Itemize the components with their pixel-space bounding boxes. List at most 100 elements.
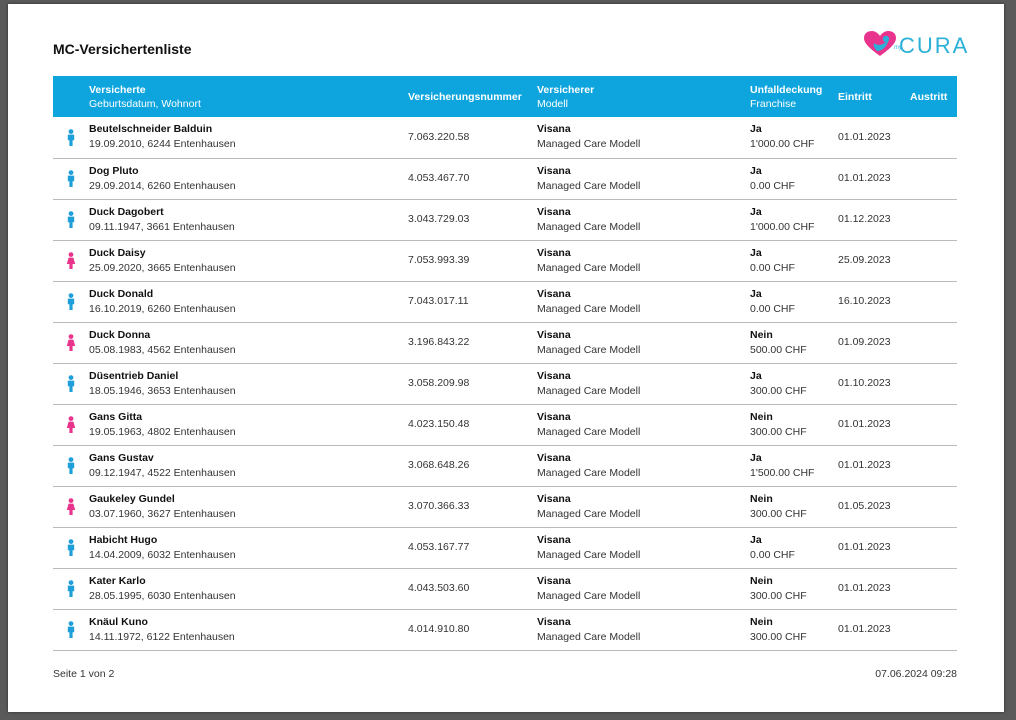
accident-coverage: Ja <box>750 164 762 177</box>
header-exit-label: Austritt <box>910 90 948 103</box>
policy-number: 4.023.150.48 <box>408 418 470 430</box>
franchise-amount: 1'000.00 CHF <box>750 138 815 151</box>
entry-date: 01.01.2023 <box>838 459 891 471</box>
exit-date <box>910 609 957 650</box>
policy-number: 3.043.729.03 <box>408 213 470 225</box>
accident-cell: Ja 0.00 CHF <box>750 240 838 281</box>
exit-date <box>910 199 957 240</box>
header-exit: Austritt <box>910 76 957 117</box>
insured-cell: Duck Donald 16.10.2019, 6260 Entenhausen <box>89 281 408 322</box>
franchise-amount: 1'000.00 CHF <box>750 220 815 233</box>
exit-date <box>910 158 957 199</box>
female-person-icon <box>66 334 76 351</box>
mycura-logo: my CURA <box>863 30 967 60</box>
accident-coverage: Ja <box>750 205 762 218</box>
insurer-name: Visana <box>537 615 571 628</box>
exit-date <box>910 363 957 404</box>
insurance-model: Managed Care Modell <box>537 466 641 479</box>
accident-cell: Nein 300.00 CHF <box>750 609 838 650</box>
accident-coverage: Nein <box>750 615 773 628</box>
insured-name: Duck Donna <box>89 328 151 341</box>
exit-date <box>910 527 957 568</box>
policy-number: 3.058.209.98 <box>408 377 470 389</box>
male-person-icon <box>67 539 75 556</box>
insured-cell: Düsentrieb Daniel 18.05.1946, 3653 Entenh… <box>89 363 408 404</box>
gender-cell <box>53 240 89 281</box>
insured-cell: Gaukeley Gundel 03.07.1960, 3627 Entenhau… <box>89 486 408 527</box>
insurance-model: Managed Care Modell <box>537 179 641 192</box>
male-person-icon <box>67 128 75 146</box>
insured-name: Kater Karlo <box>89 574 146 587</box>
insured-details: 09.11.1947, 3661 Entenhausen <box>89 220 235 233</box>
gender-cell <box>53 568 89 609</box>
header-entry-label: Eintritt <box>838 90 872 103</box>
insurance-model: Managed Care Modell <box>537 548 641 561</box>
female-person-icon <box>66 252 76 269</box>
insured-name: Duck Daisy <box>89 246 146 259</box>
header-accident-label: Unfalldeckung <box>750 83 823 96</box>
insured-details: 09.12.1947, 4522 Entenhausen <box>89 466 236 479</box>
insured-name: Duck Dagobert <box>89 205 164 218</box>
insurer-name: Visana <box>537 369 571 382</box>
policy-number: 4.053.167.77 <box>408 541 470 553</box>
accident-cell: Nein 500.00 CHF <box>750 322 838 363</box>
insured-details: 25.09.2020, 3665 Entenhausen <box>89 261 236 274</box>
insured-name: Beutelschneider Balduin <box>89 123 213 136</box>
insurance-model: Managed Care Modell <box>537 302 641 315</box>
accident-coverage: Ja <box>750 533 762 546</box>
insured-table: Versicherte Geburtsdatum, Wohnort Versic… <box>53 76 957 651</box>
policy-number: 7.053.993.39 <box>408 254 470 266</box>
policy-number: 3.068.648.26 <box>408 459 470 471</box>
entry-date: 01.09.2023 <box>838 336 891 348</box>
header-accident: Unfalldeckung Franchise <box>750 76 838 117</box>
policy-number: 3.196.843.22 <box>408 336 470 348</box>
gender-cell <box>53 281 89 322</box>
accident-coverage: Ja <box>750 287 762 300</box>
table-row: Gaukeley Gundel 03.07.1960, 3627 Entenhau… <box>53 486 957 527</box>
policy-number: 4.053.467.70 <box>408 172 470 184</box>
insurer-cell: Visana Managed Care Modell <box>537 322 750 363</box>
header-number: Versicherungsnummer <box>408 76 537 117</box>
insured-cell: Habicht Hugo 14.04.2009, 6032 Entenhausen <box>89 527 408 568</box>
male-person-icon <box>67 293 75 310</box>
header-insured-label: Versicherte <box>89 83 146 96</box>
insurer-cell: Visana Managed Care Modell <box>537 363 750 404</box>
gender-cell <box>53 527 89 568</box>
insured-details: 16.10.2019, 6260 Entenhausen <box>89 302 236 315</box>
insured-cell: Duck Donna 05.08.1983, 4562 Entenhausen <box>89 322 408 363</box>
insurer-name: Visana <box>537 574 571 587</box>
table-row: Duck Donna 05.08.1983, 4562 Entenhausen 3.… <box>53 322 957 363</box>
insured-details: 18.05.1946, 3653 Entenhausen <box>89 384 236 397</box>
insurer-name: Visana <box>537 451 571 464</box>
policy-number: 3.070.366.33 <box>408 500 470 512</box>
entry-date: 16.10.2023 <box>838 295 891 307</box>
entry-date: 01.10.2023 <box>838 377 891 389</box>
header-insured-sub: Geburtsdatum, Wohnort <box>89 97 201 110</box>
insured-name: Dog Pluto <box>89 164 139 177</box>
accident-coverage: Ja <box>750 246 762 259</box>
gender-cell <box>53 158 89 199</box>
male-person-icon <box>67 457 75 474</box>
exit-date <box>910 486 957 527</box>
insured-details: 19.05.1963, 4802 Entenhausen <box>89 425 236 438</box>
exit-date <box>910 404 957 445</box>
insurance-model: Managed Care Modell <box>537 384 641 397</box>
header-insurer: Versicherer Modell <box>537 76 750 117</box>
insured-cell: Gans Gustav 09.12.1947, 4522 Entenhausen <box>89 445 408 486</box>
header-insurer-sub: Modell <box>537 97 568 110</box>
table-row: Kater Karlo 28.05.1995, 6030 Entenhausen 4… <box>53 568 957 609</box>
entry-date: 01.01.2023 <box>838 418 891 430</box>
exit-date <box>910 568 957 609</box>
table-row: Knäul Kuno 14.11.1972, 6122 Entenhausen 4.… <box>53 609 957 650</box>
entry-date: 01.01.2023 <box>838 172 891 184</box>
franchise-amount: 0.00 CHF <box>750 261 795 274</box>
accident-cell: Ja 0.00 CHF <box>750 527 838 568</box>
table-row: Habicht Hugo 14.04.2009, 6032 Entenhausen… <box>53 527 957 568</box>
insured-details: 28.05.1995, 6030 Entenhausen <box>89 589 236 602</box>
insurer-cell: Visana Managed Care Modell <box>537 486 750 527</box>
insurer-name: Visana <box>537 533 571 546</box>
accident-cell: Ja 0.00 CHF <box>750 158 838 199</box>
insurer-name: Visana <box>537 246 571 259</box>
accident-coverage: Nein <box>750 410 773 423</box>
insurance-model: Managed Care Modell <box>537 138 641 151</box>
